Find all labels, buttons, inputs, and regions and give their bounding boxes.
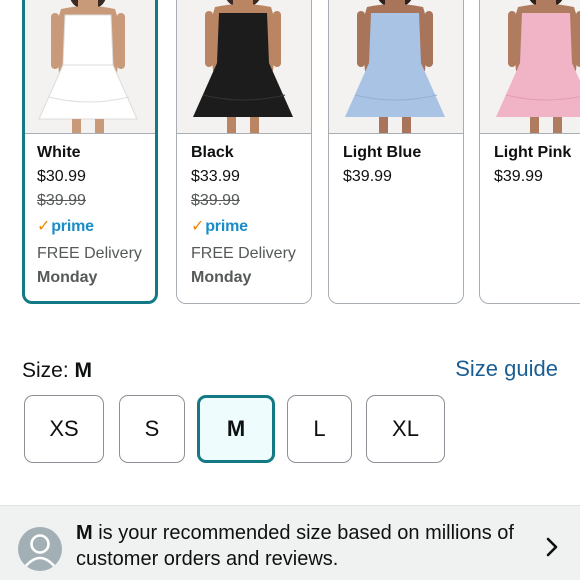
- size-option-s[interactable]: S: [119, 395, 185, 463]
- variant-image-light-pink: [480, 0, 580, 134]
- variant-card-white[interactable]: White $30.99 $39.99 ✓prime FREE Delivery…: [22, 0, 158, 304]
- variant-info-light-blue: Light Blue $39.99: [343, 142, 457, 188]
- variant-card-light-pink[interactable]: Light Pink $39.99: [479, 0, 580, 304]
- size-guide-link[interactable]: Size guide: [455, 355, 558, 383]
- variant-price: $30.99: [37, 168, 86, 185]
- variant-info-white: White $30.99 $39.99 ✓prime FREE Delivery…: [37, 142, 149, 289]
- variant-list-price: $39.99: [191, 192, 240, 209]
- user-avatar-icon: [18, 527, 62, 571]
- variant-card-black[interactable]: Black $33.99 $39.99 ✓prime FREE Delivery…: [176, 0, 312, 304]
- size-option-l[interactable]: L: [287, 395, 352, 463]
- size-option-xs[interactable]: XS: [24, 395, 104, 463]
- variant-image-black: [177, 0, 311, 134]
- variant-price: $39.99: [343, 168, 392, 185]
- size-label: Size: M: [22, 359, 93, 382]
- prime-check-icon: ✓: [37, 218, 51, 235]
- chevron-right-icon[interactable]: [544, 536, 560, 558]
- variant-price: $39.99: [494, 168, 543, 185]
- color-variant-carousel: White $30.99 $39.99 ✓prime FREE Delivery…: [0, 0, 580, 310]
- variant-info-light-pink: Light Pink $39.99: [494, 142, 580, 188]
- variant-delivery: FREE Delivery: [191, 245, 296, 262]
- size-option-xl[interactable]: XL: [366, 395, 445, 463]
- prime-check-icon: ✓: [191, 218, 205, 235]
- variant-card-light-blue[interactable]: Light Blue $39.99: [328, 0, 464, 304]
- size-recommendation-bar[interactable]: M is your recommended size based on mill…: [0, 505, 580, 580]
- variant-info-black: Black $33.99 $39.99 ✓prime FREE Delivery…: [191, 142, 305, 289]
- recommendation-text: M is your recommended size based on mill…: [76, 522, 514, 570]
- variant-color-name: Light Blue: [343, 144, 422, 161]
- selected-size-value: M: [74, 359, 93, 382]
- size-option-m[interactable]: M: [197, 395, 275, 463]
- variant-delivery: FREE Delivery: [37, 245, 142, 262]
- variant-color-name: White: [37, 144, 81, 161]
- prime-badge: ✓prime: [191, 218, 248, 235]
- variant-list-price: $39.99: [37, 192, 86, 209]
- variant-image-white: [25, 0, 155, 134]
- prime-badge: ✓prime: [37, 218, 94, 235]
- variant-color-name: Light Pink: [494, 144, 572, 161]
- variant-image-light-blue: [329, 0, 463, 134]
- variant-delivery-day: Monday: [37, 269, 98, 286]
- recommended-size: M: [76, 522, 93, 544]
- variant-color-name: Black: [191, 144, 234, 161]
- variant-price: $33.99: [191, 168, 240, 185]
- variant-delivery-day: Monday: [191, 269, 252, 286]
- size-header: Size: M Size guide: [22, 355, 562, 387]
